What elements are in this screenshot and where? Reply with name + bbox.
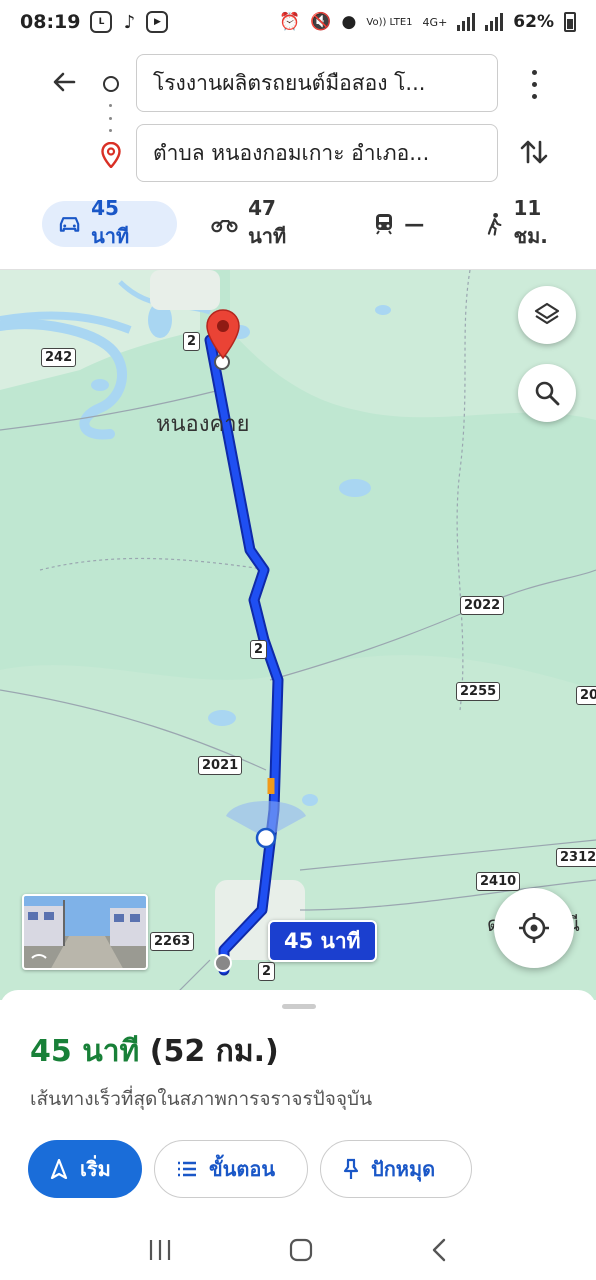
mode-driving[interactable]: 45 นาที [42, 196, 178, 248]
road-shield: 2312 [556, 848, 596, 867]
battery-icon [564, 12, 576, 32]
mode-transit[interactable]: — [358, 201, 440, 247]
pin-label: ปักหมุด [371, 1157, 436, 1181]
route-description: เส้นทางเร็วที่สุดในสภาพการจราจรปัจจุบัน [30, 1088, 373, 1110]
start-label: เริ่ม [80, 1157, 111, 1181]
mode-motorcycle-label: 47 นาที [248, 196, 287, 248]
motorcycle-icon [211, 220, 238, 233]
pin-button[interactable]: ปักหมุด [320, 1140, 472, 1198]
recent-apps-icon[interactable] [147, 1238, 173, 1262]
mode-walking[interactable]: 11 ชม. [470, 196, 596, 248]
system-nav-bar [0, 1220, 596, 1280]
mode-motorcycle[interactable]: 47 นาที [195, 196, 334, 248]
swap-icon[interactable] [516, 134, 552, 170]
directions-header: โรงงานผลิตรถยนต์มือสอง โ... ตำบล หนองกอม… [0, 44, 596, 270]
route-dots-icon [109, 104, 113, 132]
destination-pin-icon [101, 141, 121, 172]
destination-input[interactable]: ตำบล หนองกอมเกาะ อำเภอ... [136, 124, 498, 182]
route-duration-chip[interactable]: 45 นาที [268, 920, 377, 962]
signal-icon [457, 13, 476, 31]
road-shield: 2021 [198, 756, 243, 775]
layers-button[interactable] [518, 286, 576, 344]
net-type: 4G+ [422, 15, 448, 29]
road-shield: 2 [250, 640, 268, 659]
route-duration: 45 นาที [30, 1034, 140, 1069]
car-icon [59, 217, 80, 232]
drag-handle[interactable] [282, 1004, 316, 1009]
tiktok-icon: ♪ [123, 11, 136, 33]
clock: 08:19 [20, 11, 81, 33]
origin-input[interactable]: โรงงานผลิตรถยนต์มือสอง โ... [136, 54, 498, 112]
mute-icon: 🔇 [310, 12, 332, 32]
alarm-icon: ⏰ [279, 12, 301, 32]
origin-circle-icon [103, 76, 119, 92]
status-bar: 08:19 L ♪ ▶ ⏰ 🔇 ● Vo)) LTE1 4G+ 62% [0, 0, 596, 44]
list-icon [178, 1161, 196, 1177]
road-shield: 2 [183, 332, 201, 351]
layers-icon [534, 302, 560, 325]
start-button[interactable]: เริ่ม [28, 1140, 142, 1198]
road-shield: 20 [576, 686, 596, 705]
crosshair-icon [519, 913, 549, 943]
search-icon [535, 381, 560, 406]
steps-label: ขั้นตอน [209, 1157, 276, 1181]
line-icon: L [90, 11, 113, 33]
mode-walking-label: 11 ชม. [513, 196, 548, 248]
route-distance: (52 กม.) [149, 1034, 279, 1069]
road-shield: 2022 [460, 596, 505, 615]
pin-icon [343, 1158, 359, 1179]
mode-transit-label: — [404, 212, 425, 236]
road-shield: 2 [258, 962, 276, 981]
road-shield: 2255 [456, 682, 501, 701]
route-summary: 45 นาที (52 กม.) [30, 1028, 279, 1075]
media-icon: ▶ [146, 11, 169, 33]
mode-driving-label: 45 นาที [91, 196, 130, 248]
volte-label: Vo)) LTE1 [366, 16, 413, 28]
walking-icon [488, 212, 502, 236]
map-search-button[interactable] [518, 364, 576, 422]
map-view[interactable]: หนองคาย 242 2 2 2022 2255 20 2021 2312 2… [0, 270, 596, 1000]
destination-marker-icon[interactable] [204, 308, 242, 360]
street-view-thumbnail[interactable] [22, 894, 148, 970]
road-shield: 242 [41, 348, 77, 367]
travel-modes: 45 นาที 47 นาที — 11 ชม. [0, 196, 596, 248]
my-location-button[interactable] [494, 888, 574, 968]
navigation-arrow-icon [50, 1159, 68, 1179]
signal-icon-2 [485, 13, 504, 31]
place-label: หนองคาย [156, 412, 250, 437]
train-icon [376, 214, 393, 235]
screen: 08:19 L ♪ ▶ ⏰ 🔇 ● Vo)) LTE1 4G+ 62% โรงง… [0, 0, 596, 1280]
battery-percent: 62% [513, 12, 554, 32]
notification-icons: L ♪ ▶ [90, 11, 169, 33]
home-icon[interactable] [288, 1237, 314, 1263]
system-icons: ⏰ 🔇 ● Vo)) LTE1 4G+ 62% [279, 12, 576, 32]
road-shield: 2410 [476, 872, 521, 891]
back-arrow-icon[interactable] [46, 64, 82, 100]
road-shield: 2263 [150, 932, 195, 951]
back-icon[interactable] [429, 1237, 449, 1263]
more-options-icon[interactable] [522, 66, 546, 102]
location-icon: ● [341, 12, 357, 32]
steps-button[interactable]: ขั้นตอน [154, 1140, 308, 1198]
